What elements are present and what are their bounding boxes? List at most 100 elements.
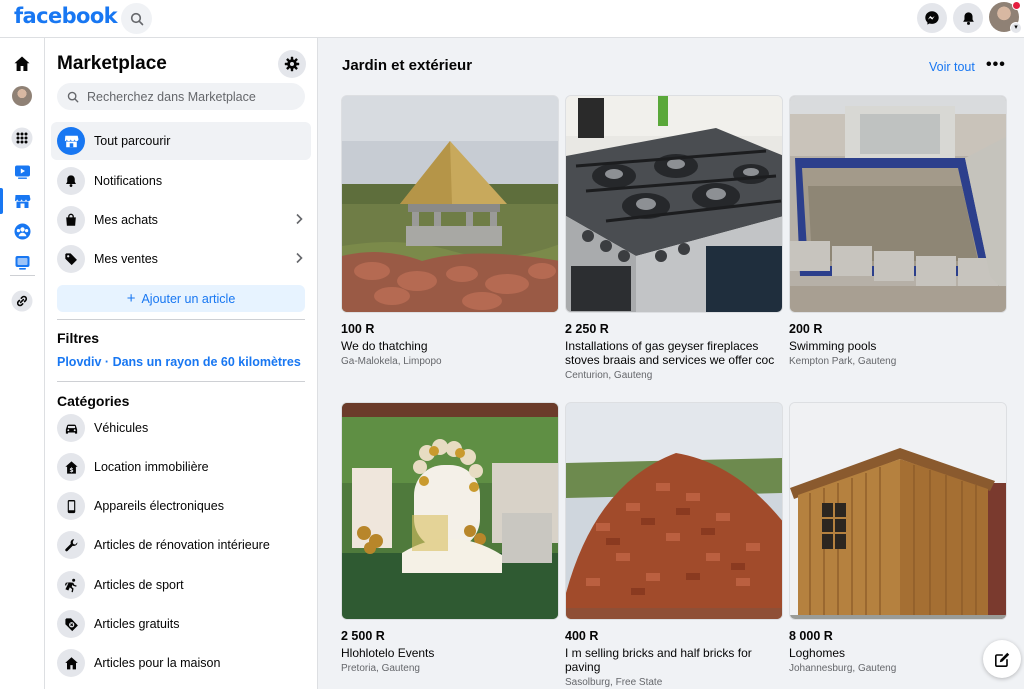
phone-icon bbox=[67, 499, 75, 513]
page-title: Marketplace bbox=[57, 53, 167, 74]
nav-notifications[interactable]: Notifications bbox=[51, 162, 311, 200]
search-icon bbox=[130, 12, 143, 25]
category-free-stuff[interactable]: Articles gratuits bbox=[51, 605, 311, 643]
home-icon bbox=[14, 56, 30, 71]
rail-link[interactable] bbox=[10, 289, 34, 313]
listing-photo[interactable] bbox=[789, 95, 1007, 313]
compose-icon bbox=[994, 652, 1009, 667]
more-options-button[interactable]: ••• bbox=[986, 56, 1006, 74]
runner-icon bbox=[64, 578, 77, 592]
listing-location: Johannesburg, Gauteng bbox=[789, 663, 897, 674]
nav-my-sales[interactable]: Mes ventes bbox=[51, 240, 311, 278]
account-avatar[interactable]: ▾ bbox=[989, 1, 1022, 34]
rail-gaming[interactable] bbox=[10, 250, 34, 274]
listing-card[interactable]: 2 250 R Installations of gas geyser fire… bbox=[565, 95, 783, 381]
nav-icon-wrap bbox=[57, 167, 85, 195]
left-rail bbox=[0, 38, 45, 689]
rail-watch[interactable] bbox=[10, 159, 34, 183]
add-listing-button[interactable]: + Ajouter un article bbox=[57, 285, 305, 312]
listing-photo[interactable] bbox=[565, 95, 783, 313]
top-bar: facebook ▾ bbox=[0, 0, 1024, 38]
nav-my-purchases[interactable]: Mes achats bbox=[51, 201, 311, 239]
marketplace-search[interactable] bbox=[57, 83, 305, 110]
listing-photo[interactable] bbox=[565, 402, 783, 620]
listing-price: 200 R bbox=[789, 322, 823, 336]
home-icon bbox=[64, 656, 78, 669]
listing-card[interactable]: 100 R We do thatching Ga-Malokela, Limpo… bbox=[341, 95, 559, 367]
nav-icon-wrap: $ bbox=[57, 453, 85, 481]
notification-dot bbox=[1012, 1, 1021, 10]
messenger-button[interactable] bbox=[917, 3, 947, 33]
listing-title: Installations of gas geyser fireplaces s… bbox=[565, 339, 775, 367]
messenger-icon bbox=[925, 11, 939, 25]
photo-wooden-cabin bbox=[790, 403, 1006, 619]
nav-browse-all[interactable]: Tout parcourir bbox=[51, 122, 311, 160]
rail-divider bbox=[10, 275, 35, 276]
search-input[interactable] bbox=[87, 89, 297, 104]
groups-icon bbox=[14, 223, 30, 239]
bag-icon bbox=[66, 213, 76, 226]
photo-brick-pile bbox=[566, 403, 782, 619]
filters-heading: Filtres bbox=[57, 330, 100, 346]
nav-icon-wrap bbox=[57, 492, 85, 520]
category-label: Location immobilière bbox=[94, 460, 209, 474]
category-household[interactable]: Articles pour la maison bbox=[51, 644, 311, 682]
listing-title: I m selling bricks and half bricks for p… bbox=[565, 646, 752, 674]
category-home-improvement[interactable]: Articles de rénovation intérieure bbox=[51, 526, 311, 564]
listing-card[interactable]: 400 R I m selling bricks and half bricks… bbox=[565, 402, 783, 688]
listing-card[interactable]: 200 R Swimming pools Kempton Park, Gaute… bbox=[789, 95, 1007, 367]
nav-icon-wrap bbox=[57, 127, 85, 155]
photo-thatched-gazebo bbox=[342, 96, 558, 312]
listing-photo[interactable] bbox=[341, 95, 559, 313]
new-message-button[interactable] bbox=[983, 640, 1021, 678]
listing-location: Centurion, Gauteng bbox=[565, 370, 653, 381]
apps-grid-icon bbox=[11, 127, 33, 149]
see-all-link[interactable]: Voir tout bbox=[929, 60, 975, 74]
nav-label: Tout parcourir bbox=[94, 134, 171, 148]
facebook-logo[interactable]: facebook bbox=[14, 4, 118, 28]
listing-location: Sasolburg, Free State bbox=[565, 677, 663, 688]
free-tag-icon bbox=[64, 617, 78, 631]
add-listing-label: Ajouter un article bbox=[141, 291, 236, 306]
listing-price: 2 500 R bbox=[341, 629, 385, 643]
watch-icon bbox=[14, 165, 30, 179]
listing-photo[interactable] bbox=[789, 402, 1007, 620]
rail-active-indicator bbox=[0, 188, 3, 214]
nav-icon-wrap bbox=[57, 531, 85, 559]
bell-icon bbox=[962, 11, 974, 25]
chevron-right-icon bbox=[296, 252, 303, 264]
rail-apps[interactable] bbox=[10, 126, 34, 150]
rail-avatar[interactable] bbox=[12, 86, 32, 106]
search-icon bbox=[67, 91, 79, 102]
nav-icon-wrap bbox=[57, 610, 85, 638]
category-sporting-goods[interactable]: Articles de sport bbox=[51, 566, 311, 604]
nav-label: Notifications bbox=[94, 174, 163, 188]
category-label: Articles de sport bbox=[94, 578, 184, 592]
link-icon bbox=[11, 290, 33, 312]
nav-label: Mes achats bbox=[94, 213, 158, 227]
category-label: Articles gratuits bbox=[94, 617, 180, 631]
rail-groups[interactable] bbox=[10, 219, 34, 243]
listing-card[interactable]: 2 500 R Hlohlotelo Events Pretoria, Gaut… bbox=[341, 402, 559, 674]
section-title: Jardin et extérieur bbox=[342, 57, 473, 74]
divider bbox=[57, 319, 305, 320]
listing-photo[interactable] bbox=[341, 402, 559, 620]
svg-text:$: $ bbox=[69, 466, 73, 473]
bell-icon bbox=[66, 175, 76, 187]
notifications-button[interactable] bbox=[953, 3, 983, 33]
settings-button[interactable] bbox=[278, 50, 306, 78]
rail-home[interactable] bbox=[10, 52, 34, 76]
search-button[interactable] bbox=[121, 3, 152, 34]
chevron-right-icon bbox=[296, 213, 303, 225]
category-rentals[interactable]: $ Location immobilière bbox=[51, 448, 311, 486]
listing-card[interactable]: 8 000 R Loghomes Johannesburg, Gauteng bbox=[789, 402, 1007, 674]
listing-price: 100 R bbox=[341, 322, 375, 336]
location-filter-link[interactable]: Plovdiv · Dans un rayon de 60 kilomètres bbox=[57, 355, 301, 369]
divider bbox=[57, 381, 305, 382]
category-vehicles[interactable]: Véhicules bbox=[51, 409, 311, 447]
plus-icon: + bbox=[126, 290, 136, 307]
category-electronics[interactable]: Appareils électroniques bbox=[51, 487, 311, 525]
rail-marketplace[interactable] bbox=[10, 189, 34, 213]
listing-price: 8 000 R bbox=[789, 629, 833, 643]
listing-location: Pretoria, Gauteng bbox=[341, 663, 420, 674]
